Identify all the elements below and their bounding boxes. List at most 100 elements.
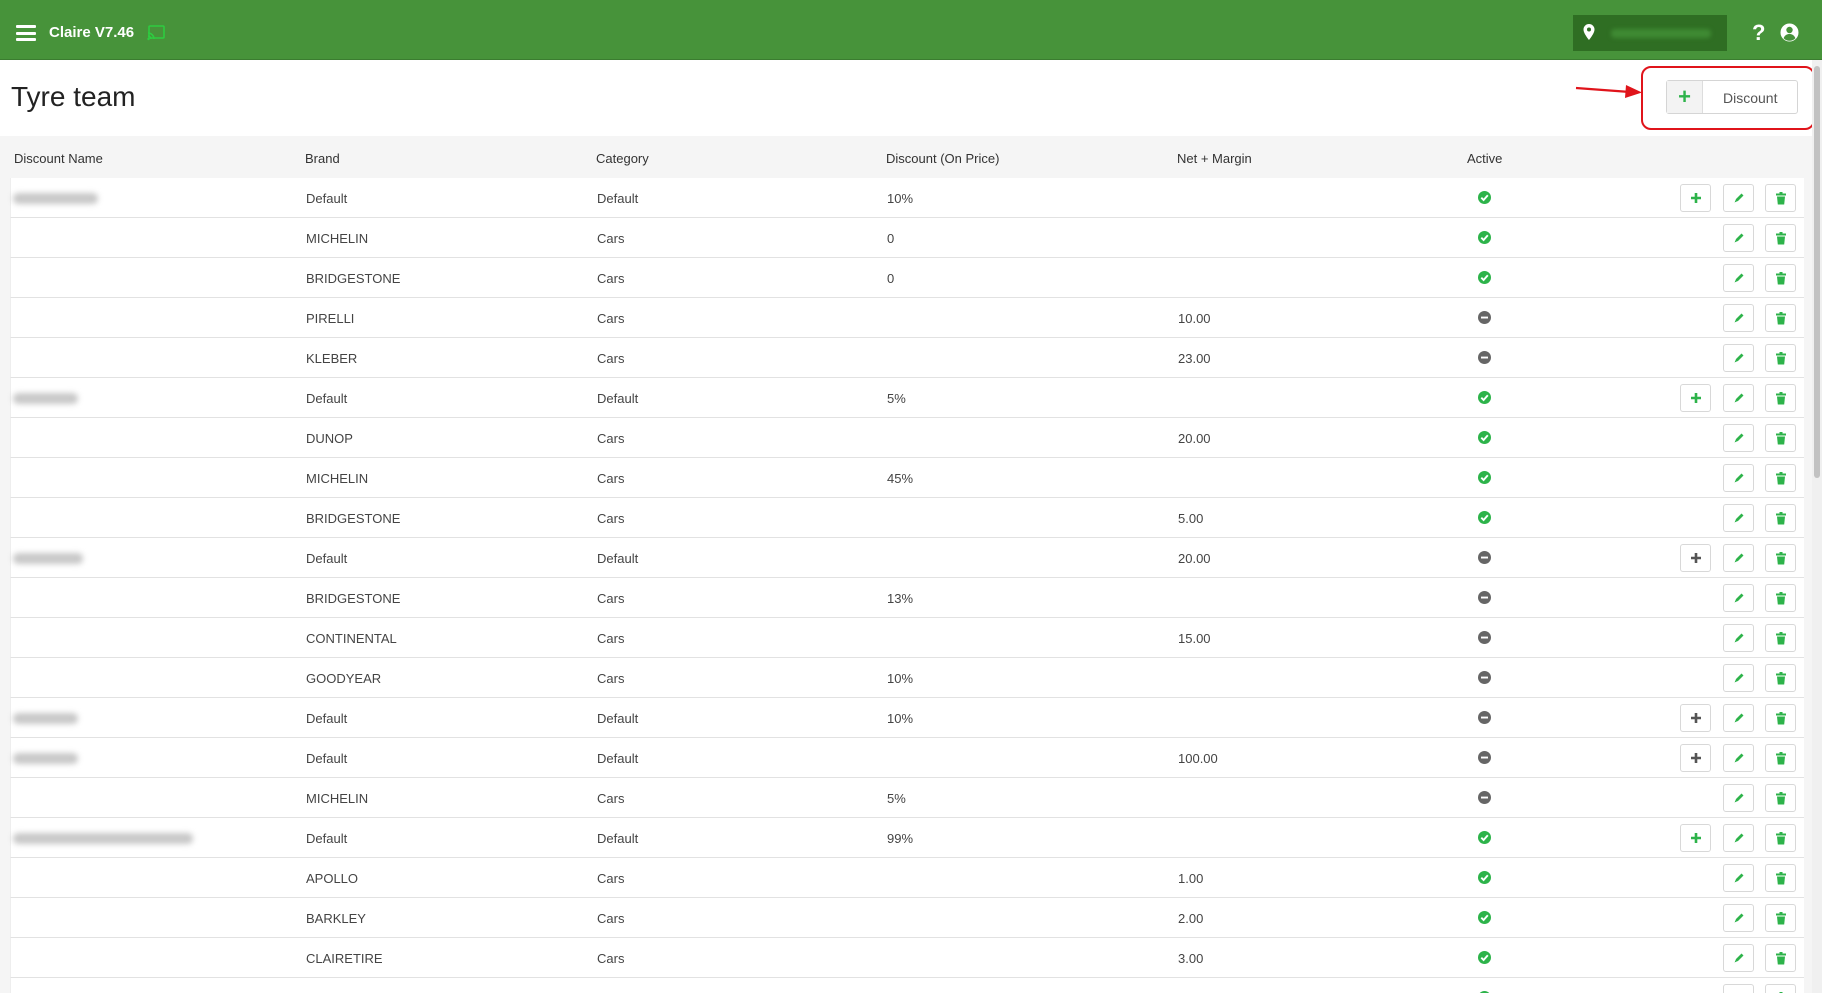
plus-icon — [1691, 713, 1701, 723]
edit-button[interactable] — [1723, 904, 1754, 932]
category-cell: Default — [597, 711, 639, 726]
brand-cell: CLAIRETIRE — [306, 951, 383, 966]
category-cell: Cars — [597, 791, 625, 806]
add-sub-discount-button[interactable] — [1680, 184, 1711, 212]
edit-button[interactable] — [1723, 544, 1754, 572]
delete-button[interactable] — [1765, 784, 1796, 812]
trash-icon — [1776, 712, 1786, 725]
edit-button[interactable] — [1723, 824, 1754, 852]
add-sub-discount-button[interactable] — [1680, 704, 1711, 732]
table-body: Default Default 10% MICHELIN Cars 0 BRIDGESTON… — [10, 178, 1804, 993]
page-title: Tyre team — [11, 81, 136, 112]
delete-button[interactable] — [1765, 424, 1796, 452]
add-discount-button[interactable]: + Discount — [1666, 80, 1798, 114]
brand-cell: BRIDGESTONE — [306, 271, 401, 286]
annotation-arrow — [1575, 85, 1642, 98]
pencil-icon — [1734, 713, 1744, 723]
net-margin-cell: 100.00 — [1178, 751, 1218, 766]
top-navbar: Claire V7.46 ? — [0, 0, 1822, 60]
edit-button[interactable] — [1723, 424, 1754, 452]
edit-button[interactable] — [1723, 744, 1754, 772]
edit-button[interactable] — [1723, 504, 1754, 532]
delete-button[interactable] — [1765, 984, 1796, 993]
edit-button[interactable] — [1723, 264, 1754, 292]
delete-button[interactable] — [1765, 744, 1796, 772]
menu-icon[interactable] — [16, 25, 36, 41]
table-row: BARKLEY Cars 2.00 — [10, 898, 1804, 938]
delete-button[interactable] — [1765, 384, 1796, 412]
delete-button[interactable] — [1765, 304, 1796, 332]
inactive-minus-icon — [1478, 751, 1491, 764]
edit-button[interactable] — [1723, 624, 1754, 652]
delete-button[interactable] — [1765, 824, 1796, 852]
col-category[interactable]: Category — [596, 151, 649, 166]
edit-button[interactable] — [1723, 704, 1754, 732]
edit-button[interactable] — [1723, 584, 1754, 612]
delete-button[interactable] — [1765, 544, 1796, 572]
cast-icon[interactable] — [147, 25, 165, 41]
trash-icon — [1776, 352, 1786, 365]
location-selector[interactable] — [1573, 15, 1727, 51]
delete-button[interactable] — [1765, 264, 1796, 292]
delete-button[interactable] — [1765, 224, 1796, 252]
add-sub-discount-button[interactable] — [1680, 824, 1711, 852]
trash-icon — [1776, 752, 1786, 765]
brand-cell: MICHELIN — [306, 791, 369, 806]
delete-button[interactable] — [1765, 584, 1796, 612]
vertical-scrollbar[interactable] — [1812, 60, 1822, 993]
edit-button[interactable] — [1723, 384, 1754, 412]
delete-button[interactable] — [1765, 464, 1796, 492]
active-check-icon — [1478, 391, 1491, 404]
delete-button[interactable] — [1765, 944, 1796, 972]
discount-name-redacted — [13, 753, 78, 764]
edit-button[interactable] — [1723, 664, 1754, 692]
table-row: KLEBER Cars 23.00 — [10, 338, 1804, 378]
delete-button[interactable] — [1765, 504, 1796, 532]
inactive-minus-icon — [1478, 671, 1491, 684]
edit-button[interactable] — [1723, 184, 1754, 212]
edit-button[interactable] — [1723, 464, 1754, 492]
edit-button[interactable] — [1723, 864, 1754, 892]
delete-button[interactable] — [1765, 704, 1796, 732]
active-check-icon — [1478, 951, 1491, 964]
pencil-icon — [1734, 673, 1744, 683]
col-brand[interactable]: Brand — [305, 151, 340, 166]
delete-button[interactable] — [1765, 864, 1796, 892]
table-row: MICHELIN Cars 45% — [10, 458, 1804, 498]
inactive-minus-icon — [1478, 311, 1491, 324]
category-cell: Cars — [597, 431, 625, 446]
pencil-icon — [1734, 753, 1744, 763]
pencil-icon — [1734, 633, 1744, 643]
add-sub-discount-button[interactable] — [1680, 544, 1711, 572]
edit-button[interactable] — [1723, 224, 1754, 252]
table-row: Default Default 10% — [10, 178, 1804, 218]
brand-cell: Default — [306, 551, 348, 566]
plus-icon — [1691, 553, 1701, 563]
delete-button[interactable] — [1765, 904, 1796, 932]
table-row: PIRELLI Cars 10.00 — [10, 298, 1804, 338]
edit-button[interactable] — [1723, 784, 1754, 812]
edit-button[interactable] — [1723, 944, 1754, 972]
discount-cell: 45% — [887, 471, 914, 486]
add-sub-discount-button[interactable] — [1680, 744, 1711, 772]
edit-button[interactable] — [1723, 344, 1754, 372]
col-discount-on-price[interactable]: Discount (On Price) — [886, 151, 999, 166]
category-cell: Cars — [597, 471, 625, 486]
delete-button[interactable] — [1765, 624, 1796, 652]
trash-icon — [1776, 312, 1786, 325]
category-cell: Default — [597, 391, 639, 406]
edit-button[interactable] — [1723, 304, 1754, 332]
add-sub-discount-button[interactable] — [1680, 384, 1711, 412]
col-discount-name[interactable]: Discount Name — [14, 151, 103, 166]
help-icon[interactable]: ? — [1752, 20, 1765, 46]
delete-button[interactable] — [1765, 664, 1796, 692]
delete-button[interactable] — [1765, 344, 1796, 372]
col-active[interactable]: Active — [1467, 151, 1502, 166]
user-account-icon[interactable] — [1780, 23, 1799, 42]
delete-button[interactable] — [1765, 184, 1796, 212]
trash-icon — [1776, 432, 1786, 445]
scrollbar-thumb[interactable] — [1814, 66, 1820, 478]
net-margin-cell: 5.00 — [1178, 511, 1204, 526]
edit-button[interactable] — [1723, 984, 1754, 993]
col-net-margin[interactable]: Net + Margin — [1177, 151, 1252, 166]
